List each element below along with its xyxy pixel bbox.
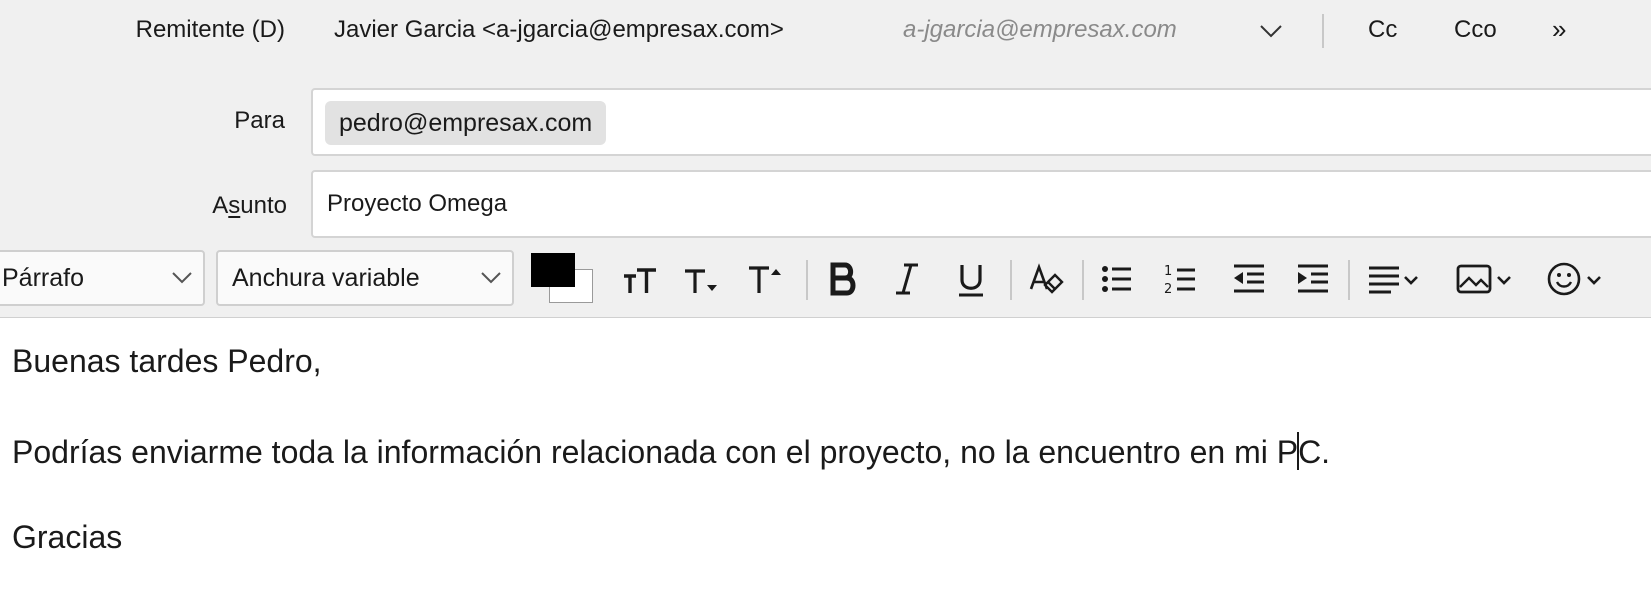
body-paragraph-closing[interactable]: Gracias xyxy=(12,519,122,556)
outdent-button[interactable] xyxy=(1226,252,1272,306)
subject-field[interactable]: Proyecto Omega xyxy=(311,170,1651,238)
from-sender-select[interactable]: Javier Garcia <a-jgarcia@empresax.com> xyxy=(334,16,784,44)
smaller-size-button[interactable] xyxy=(618,252,664,306)
insert-emoji-icon xyxy=(1547,262,1601,296)
to-field[interactable]: pedro@empresax.com xyxy=(311,88,1651,156)
text-smaller-button[interactable] xyxy=(680,252,726,306)
remove-formatting-button[interactable] xyxy=(1024,252,1070,306)
bold-icon xyxy=(830,262,856,296)
chevron-down-icon xyxy=(172,272,192,284)
subject-label-post: unto xyxy=(240,192,287,219)
insert-image-icon xyxy=(1456,264,1511,294)
text-larger-icon xyxy=(749,266,781,293)
toolbar-divider xyxy=(1348,260,1350,300)
svg-text:1: 1 xyxy=(1164,264,1172,279)
subject-label: Asunto xyxy=(0,192,287,220)
body-paragraph-greeting[interactable]: Buenas tardes Pedro, xyxy=(12,343,322,380)
indent-icon xyxy=(1298,264,1328,293)
compose-header: Remitente (D) Javier Garcia <a-jgarcia@e… xyxy=(0,0,1651,254)
body-paragraph-request[interactable]: Podrías enviarme toda la información rel… xyxy=(12,432,1330,471)
italic-button[interactable] xyxy=(884,252,930,306)
chevron-down-icon xyxy=(481,272,501,284)
indent-button[interactable] xyxy=(1290,252,1336,306)
from-label: Remitente (D) xyxy=(135,16,285,43)
outdent-icon xyxy=(1234,264,1264,293)
body-text-after-caret: C. xyxy=(1298,434,1331,470)
bulleted-list-button[interactable] xyxy=(1094,252,1140,306)
insert-image-button[interactable] xyxy=(1452,252,1522,306)
paragraph-format-value: Párrafo xyxy=(2,264,84,292)
header-divider xyxy=(1322,14,1324,48)
font-width-select[interactable]: Anchura variable xyxy=(216,250,514,306)
numbered-list-button[interactable]: 1 2 xyxy=(1158,252,1204,306)
font-width-value: Anchura variable xyxy=(232,264,420,292)
align-icon xyxy=(1369,266,1418,294)
bcc-button[interactable]: Cco xyxy=(1454,16,1497,44)
underline-icon xyxy=(959,265,983,297)
message-body-editor[interactable]: Buenas tardes Pedro, Podrías enviarme to… xyxy=(0,318,1651,616)
subject-input[interactable]: Proyecto Omega xyxy=(327,190,507,218)
text-larger-button[interactable] xyxy=(744,252,790,306)
align-button[interactable] xyxy=(1362,252,1428,306)
to-label: Para xyxy=(234,107,285,134)
insert-emoji-button[interactable] xyxy=(1542,252,1612,306)
paragraph-format-select[interactable]: Párrafo xyxy=(0,250,205,306)
from-identity-address: a-jgarcia@empresax.com xyxy=(903,16,1177,43)
text-smaller-icon xyxy=(685,269,717,293)
italic-icon xyxy=(896,263,918,295)
recipient-pill[interactable]: pedro@empresax.com xyxy=(325,101,607,145)
text-color-button[interactable] xyxy=(531,253,575,287)
remove-formatting-icon xyxy=(1029,263,1064,294)
cc-button[interactable]: Cc xyxy=(1368,16,1397,44)
more-recipient-fields-button[interactable]: » xyxy=(1552,14,1566,45)
subject-label-pre: A xyxy=(212,192,229,219)
numbered-list-icon: 1 2 xyxy=(1164,264,1195,297)
bulleted-list-icon xyxy=(1102,266,1131,292)
smaller-size-icon xyxy=(624,268,656,293)
toolbar-divider xyxy=(1082,260,1084,300)
toolbar-divider xyxy=(1010,260,1012,300)
subject-label-accesskey: s xyxy=(228,192,241,219)
svg-text:2: 2 xyxy=(1164,282,1172,297)
format-toolbar: Párrafo Anchura variable 1 2 xyxy=(0,244,1651,318)
toolbar-divider xyxy=(806,260,808,300)
bold-button[interactable] xyxy=(820,252,866,306)
chevron-down-icon[interactable] xyxy=(1256,18,1286,44)
underline-button[interactable] xyxy=(948,252,994,306)
body-text-before-caret: Podrías enviarme toda la información rel… xyxy=(12,434,1299,470)
